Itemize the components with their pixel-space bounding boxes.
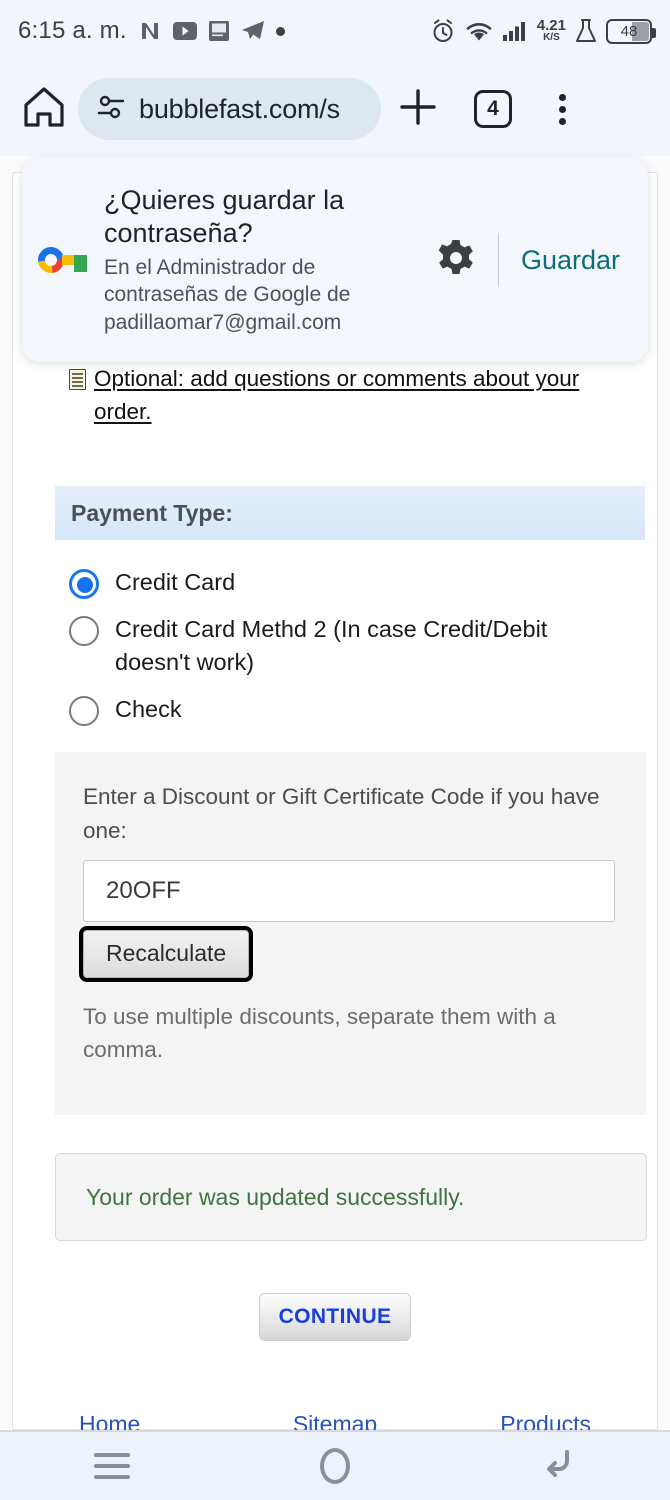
back-arrow-icon: [537, 1445, 579, 1488]
status-bar-left: 6:15 a. m.: [18, 17, 285, 45]
payment-option-label: Credit Card Methd 2 (In case Credit/Debi…: [115, 616, 548, 676]
optional-comments-row[interactable]: Optional: add questions or comments abou…: [43, 363, 627, 428]
dot-icon: [275, 26, 285, 36]
save-password-subtitle: En el Administrador de contraseñas de Go…: [104, 255, 351, 334]
footer-link-products[interactable]: Products: [420, 1411, 591, 1431]
browser-menu-button[interactable]: [531, 93, 593, 125]
status-message-text: Your order was updated successfully.: [86, 1183, 465, 1210]
footer-links: Home Sitemap Products: [25, 1411, 645, 1431]
footer-link-home[interactable]: Home: [79, 1411, 250, 1431]
continue-button-wrapper: CONTINUE: [43, 1293, 627, 1342]
home-button-nav[interactable]: [270, 1448, 400, 1484]
three-dot-menu-icon: [558, 93, 566, 125]
status-message-box: Your order was updated successfully.: [55, 1153, 647, 1242]
save-password-button[interactable]: Guardar: [521, 245, 626, 276]
url-bar[interactable]: bubblefast.com/s: [78, 78, 381, 140]
network-speed-indicator: 4.21 K/S: [536, 17, 566, 44]
back-button[interactable]: [493, 1445, 623, 1488]
save-password-dialog: ¿Quieres guardar la contraseña? En el Ad…: [22, 158, 648, 362]
plus-icon: [397, 86, 439, 133]
status-bar-right: 4.21 K/S 48: [430, 17, 656, 44]
radio-credit-card[interactable]: [69, 569, 99, 600]
flask-icon: [575, 18, 597, 44]
gear-icon: [435, 237, 477, 284]
browser-toolbar: bubblefast.com/s 4: [0, 62, 670, 156]
payment-option-label: Credit Card: [115, 569, 236, 596]
payment-type-header: Payment Type:: [55, 486, 645, 541]
youtube-icon: [172, 22, 197, 40]
google-password-key-icon: [32, 241, 90, 279]
payment-option-credit-card[interactable]: Credit Card: [69, 566, 627, 600]
payment-option-check[interactable]: Check: [69, 693, 627, 727]
home-button[interactable]: [16, 85, 72, 134]
key-tooth-shape: [74, 255, 87, 272]
battery-indicator: 48: [606, 18, 656, 44]
radio-credit-card-method-2[interactable]: [69, 616, 99, 647]
new-tab-button[interactable]: [381, 86, 455, 133]
continue-button[interactable]: CONTINUE: [259, 1293, 411, 1342]
notepad-icon: [69, 369, 86, 390]
payment-option-credit-card-method-2[interactable]: Credit Card Methd 2 (In case Credit/Debi…: [69, 613, 627, 679]
discount-code-input[interactable]: 20OFF: [83, 859, 615, 922]
telegram-icon: [241, 20, 265, 42]
phone-screen: 6:15 a. m. 4.21 K/S 48 bubblefast.com/s …: [0, 0, 670, 1500]
password-settings-button[interactable]: [428, 237, 484, 284]
payment-options-group: Credit Card Credit Card Methd 2 (In case…: [69, 566, 627, 727]
tune-icon[interactable]: [96, 93, 126, 126]
optional-comments-link[interactable]: Optional: add questions or comments abou…: [94, 363, 627, 428]
home-icon: [21, 85, 67, 134]
tab-count-badge: 4: [474, 90, 512, 128]
hamburger-recents-icon: [93, 1453, 130, 1479]
recents-button[interactable]: [47, 1453, 177, 1479]
url-text: bubblefast.com/s: [139, 93, 340, 124]
discount-code-label: Enter a Discount or Gift Certificate Cod…: [83, 784, 600, 843]
discount-hint-text: To use multiple discounts, separate them…: [83, 1003, 556, 1063]
status-bar-clock: 6:15 a. m.: [18, 17, 127, 44]
discount-code-section: Enter a Discount or Gift Certificate Cod…: [55, 752, 647, 1116]
network-speed-unit: K/S: [543, 32, 560, 44]
alarm-icon: [430, 18, 456, 44]
save-password-text: ¿Quieres guardar la contraseña? En el Ad…: [98, 184, 420, 336]
android-navigation-bar: [0, 1431, 670, 1500]
battery-level: 48: [620, 22, 638, 40]
nfc-icon: [138, 19, 162, 43]
tab-switcher-button[interactable]: 4: [455, 90, 531, 128]
recalculate-button[interactable]: Recalculate: [78, 925, 254, 982]
bible-app-icon: [208, 20, 230, 42]
payment-option-label: Check: [115, 696, 182, 723]
status-bar: 6:15 a. m. 4.21 K/S 48: [0, 0, 670, 62]
save-password-title: ¿Quieres guardar la contraseña?: [104, 185, 345, 249]
home-circle-icon: [319, 1448, 350, 1484]
wifi-icon: [465, 20, 493, 42]
footer-link-sitemap[interactable]: Sitemap: [250, 1411, 421, 1431]
radio-check[interactable]: [69, 696, 99, 727]
cellular-signal-icon: [502, 20, 528, 42]
network-speed-value: 4.21: [536, 17, 566, 35]
recalculate-button-wrapper: Recalculate: [78, 925, 254, 982]
